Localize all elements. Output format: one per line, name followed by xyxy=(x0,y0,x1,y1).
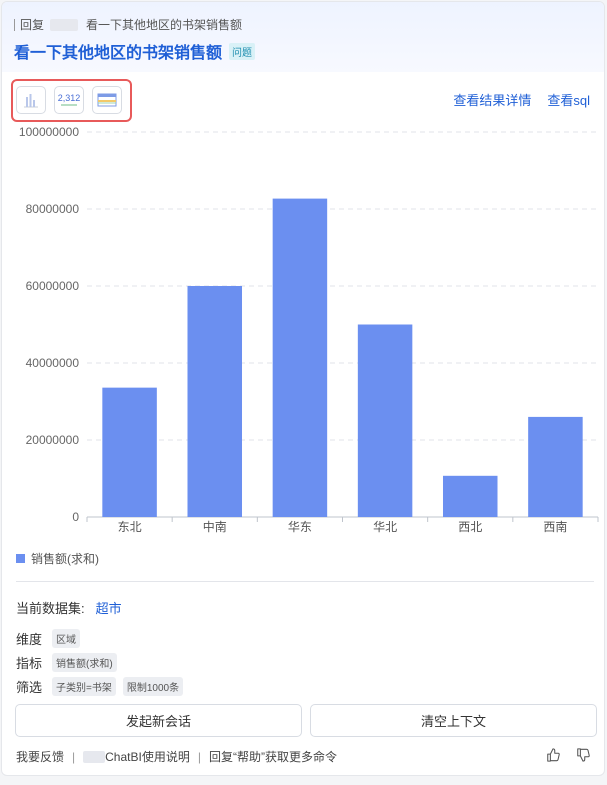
dataset-label: 当前数据集: xyxy=(16,601,85,616)
table-view-button[interactable] xyxy=(92,86,122,114)
filter-chip-subcategory: 子类别=书架 xyxy=(52,677,116,696)
bar-中南[interactable] xyxy=(187,286,243,517)
metric-chip: 销售额(求和) xyxy=(52,653,117,672)
x-tick-label: 中南 xyxy=(203,519,227,534)
chart-legend[interactable]: 销售额(求和) xyxy=(16,550,99,567)
section-divider xyxy=(16,581,594,582)
y-tick-label: 60000000 xyxy=(26,279,80,293)
rating-buttons xyxy=(546,748,590,762)
bar-华东[interactable] xyxy=(272,198,328,517)
current-dataset: 当前数据集: 超市 xyxy=(16,598,122,617)
masked-username xyxy=(50,18,79,31)
filter-label: 筛选 xyxy=(16,680,43,695)
manual-link[interactable]: ChatBI使用说明 xyxy=(105,748,190,765)
question-title-text: 看一下其他地区的书架销售额 xyxy=(14,45,223,62)
y-tick-label: 20000000 xyxy=(26,433,80,447)
footer-separator: | xyxy=(197,749,201,764)
x-tick-label: 华东 xyxy=(288,520,312,534)
y-tick-label: 80000000 xyxy=(26,202,80,216)
bar-西南[interactable] xyxy=(528,416,583,517)
view-sql-link[interactable]: 查看sql xyxy=(547,90,590,109)
answer-header: 回复 看一下其他地区的书架销售额 看一下其他地区的书架销售额 问题 xyxy=(2,2,604,72)
filter-row: 筛选 子类别=书架 限制1000条 xyxy=(16,677,184,696)
chat-answer-card: 回复 看一下其他地区的书架销售额 看一下其他地区的书架销售额 问题 2,312 xyxy=(1,1,605,776)
reply-text: 看一下其他地区的书架销售额 xyxy=(86,18,243,32)
new-session-button[interactable]: 发起新会话 xyxy=(15,704,302,737)
question-tag: 问题 xyxy=(229,42,256,60)
bar-chart-icon xyxy=(24,94,38,108)
bar-华北[interactable] xyxy=(357,324,413,518)
thumbs-up-icon[interactable] xyxy=(546,748,560,762)
help-hint: 回复“帮助”获取更多命令 xyxy=(208,750,337,764)
y-tick-label: 40000000 xyxy=(26,356,80,370)
bar-东北[interactable] xyxy=(102,387,157,517)
masked-product-name xyxy=(83,750,106,763)
number-card-value: 2,312 xyxy=(58,93,81,103)
thumbs-down-icon[interactable] xyxy=(576,748,590,762)
bar-西北[interactable] xyxy=(442,475,498,517)
metric-row: 指标 销售额(求和) xyxy=(16,653,117,672)
number-card-icon: 2,312 xyxy=(58,93,81,106)
y-tick-label: 0 xyxy=(72,510,79,524)
table-icon xyxy=(97,93,117,107)
question-title: 看一下其他地区的书架销售额 问题 xyxy=(14,39,256,63)
clear-context-button[interactable]: 清空上下文 xyxy=(310,704,597,737)
dimension-chip: 区域 xyxy=(52,629,81,648)
sales-bar-chart: 0 20000000 40000000 60000000 80000000 1000000… xyxy=(19,125,599,534)
dimension-label: 维度 xyxy=(16,632,43,647)
x-tick-label: 西北 xyxy=(458,520,482,534)
feedback-link[interactable]: 我要反馈 xyxy=(16,748,64,765)
footer-separator: | xyxy=(72,749,76,764)
legend-swatch xyxy=(16,554,25,563)
filter-chip-limit: 限制1000条 xyxy=(122,677,184,696)
reply-quote: 回复 看一下其他地区的书架销售额 xyxy=(14,16,242,33)
bar-chart-view-button[interactable] xyxy=(16,86,46,114)
x-tick-label: 东北 xyxy=(118,520,142,534)
footer-bar: 我要反馈 | ChatBI使用说明 | 回复“帮助”获取更多命令 xyxy=(16,748,337,765)
dataset-link[interactable]: 超市 xyxy=(96,598,122,617)
x-tick-label: 华北 xyxy=(373,520,397,534)
number-card-view-button[interactable]: 2,312 xyxy=(54,86,84,114)
metric-label: 指标 xyxy=(16,656,43,671)
view-result-detail-link[interactable]: 查看结果详情 xyxy=(453,90,531,109)
quote-bar xyxy=(14,18,15,31)
reply-prefix: 回复 xyxy=(20,18,45,32)
y-tick-label: 100000000 xyxy=(19,125,79,139)
dimension-row: 维度 区域 xyxy=(16,629,81,648)
result-links: 查看结果详情 查看sql xyxy=(453,90,590,109)
legend-label: 销售额(求和) xyxy=(31,552,99,566)
x-tick-label: 西南 xyxy=(543,519,567,534)
